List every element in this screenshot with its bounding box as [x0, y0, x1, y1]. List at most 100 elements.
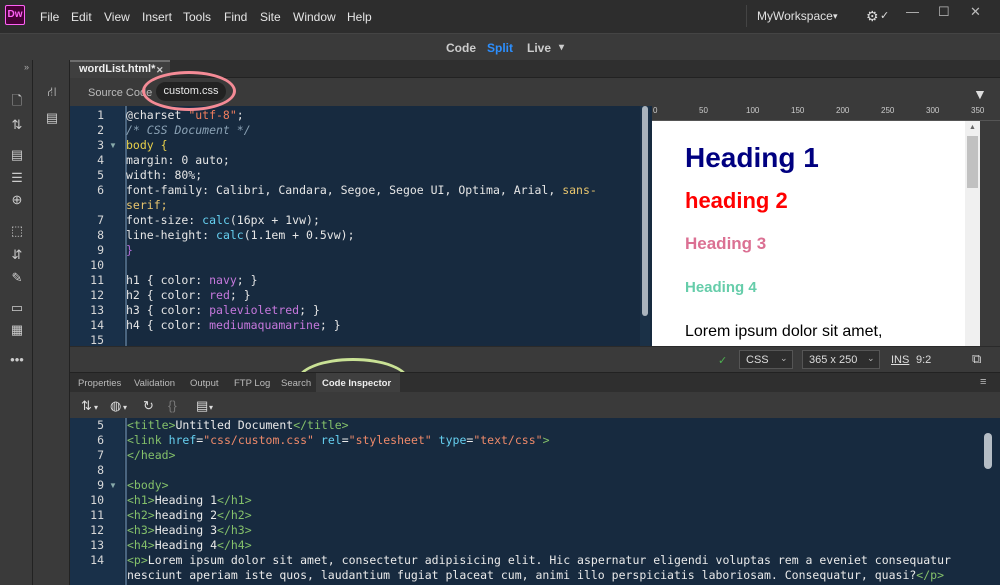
- line-number: 12: [90, 523, 104, 537]
- line-number: 3: [97, 138, 104, 152]
- more-icon[interactable]: •••: [8, 352, 26, 368]
- chevron-down-icon: ▾: [833, 11, 838, 21]
- document-tab-label: wordList.html*: [79, 63, 156, 75]
- ruler-tick: 300: [926, 106, 940, 115]
- menu-help[interactable]: Help: [347, 10, 372, 24]
- insert-mode[interactable]: INS: [891, 354, 909, 366]
- tab-validation[interactable]: Validation: [134, 378, 175, 389]
- indent-icon[interactable]: ☰: [8, 170, 26, 186]
- annotation-circle-custom-css: [142, 71, 236, 111]
- inspector-scrollbar-thumb[interactable]: [984, 433, 992, 469]
- workspace-label: MyWorkspace: [757, 9, 833, 23]
- tab-ftp-log[interactable]: FTP Log: [234, 378, 270, 389]
- line-number: 7: [97, 448, 104, 462]
- line-number: 13: [90, 538, 104, 552]
- code-inspector-editor[interactable]: 5 6 7 8 9 ▼ 10 11 12 13 14 <title>Untitl…: [70, 418, 1000, 585]
- inspector-line: <h1>Heading 1</h1>: [127, 493, 252, 507]
- workspace-switcher[interactable]: MyWorkspace ▾: [746, 5, 842, 27]
- inspector-line: <link href="css/custom.css" rel="stylesh…: [127, 433, 550, 447]
- menu-insert[interactable]: Insert: [142, 10, 172, 24]
- open-documents-icon[interactable]: 🗋: [8, 93, 26, 109]
- tab-output[interactable]: Output: [190, 378, 219, 389]
- scroll-up-icon[interactable]: ▲: [969, 124, 976, 131]
- chevron-down-icon[interactable]: ▾: [94, 403, 98, 412]
- inspector-line: nesciunt aperiam iste quos, laudantium f…: [127, 568, 945, 582]
- live-paragraph[interactable]: Lorem ipsum dolor sit amet,: [685, 323, 882, 341]
- menu-view[interactable]: View: [104, 10, 130, 24]
- close-button[interactable]: ✕: [970, 4, 981, 20]
- comment-icon[interactable]: ▭: [8, 300, 26, 316]
- ruler-tick: 200: [836, 106, 850, 115]
- select-icon[interactable]: ⬚: [8, 223, 26, 239]
- snippet-icon[interactable]: ▦: [8, 322, 26, 338]
- dreamweaver-window: Dw File Edit View Insert Tools Find Site…: [0, 0, 1000, 585]
- format-source-icon[interactable]: ▤: [8, 147, 26, 163]
- brush-icon[interactable]: ✎: [8, 270, 26, 286]
- code-hints-icon[interactable]: ▤: [43, 110, 61, 126]
- chevron-down-icon: ⌄: [867, 353, 875, 363]
- maximize-button[interactable]: ☐: [938, 4, 950, 20]
- dom-tree-icon[interactable]: ⛙: [43, 84, 61, 100]
- panel-icons-bar: ⛙ ▤: [33, 60, 70, 585]
- live-heading-4[interactable]: Heading 4: [685, 279, 757, 296]
- fold-icon[interactable]: ▼: [109, 138, 117, 153]
- expand-icon[interactable]: »: [24, 62, 29, 72]
- file-management-icon[interactable]: ⇅: [81, 398, 92, 414]
- minimize-button[interactable]: —: [906, 4, 919, 19]
- line-number: 14: [90, 318, 104, 332]
- menu-site[interactable]: Site: [260, 10, 281, 24]
- chevron-down-icon[interactable]: ▾: [123, 403, 127, 412]
- live-view-button[interactable]: Live: [527, 41, 551, 55]
- line-number: 10: [90, 258, 104, 272]
- file-management-icon[interactable]: ⇅: [8, 117, 26, 133]
- chevron-down-icon[interactable]: ▾: [209, 403, 213, 412]
- code-braces-icon: {}: [168, 398, 177, 413]
- document-tab[interactable]: wordList.html* ✕: [70, 60, 170, 78]
- language-select[interactable]: CSS ⌄: [739, 350, 793, 369]
- panel-menu-icon[interactable]: ≡: [980, 376, 986, 388]
- code-line: h3 { color: palevioletred; }: [126, 303, 320, 317]
- live-preview-icon[interactable]: ⧉: [972, 351, 981, 367]
- refresh-icon[interactable]: ↻: [143, 398, 154, 414]
- ruler-tick: 100: [746, 106, 760, 115]
- target-icon[interactable]: ⊕: [8, 192, 26, 208]
- status-bar: ✓ CSS ⌄ 365 x 250 ⌄ INS 9:2 ⧉: [70, 346, 1000, 372]
- inspector-line: <p>Lorem ipsum dolor sit amet, consectet…: [127, 553, 951, 567]
- language-label: CSS: [746, 354, 769, 366]
- line-number: 8: [97, 228, 104, 242]
- window-size-select[interactable]: 365 x 250 ⌄: [802, 350, 880, 369]
- menu-bar: Dw File Edit View Insert Tools Find Site…: [0, 0, 1000, 33]
- chevron-down-icon[interactable]: ▾: [559, 42, 564, 53]
- preview-browser-icon[interactable]: ◍: [110, 398, 121, 414]
- options-icon[interactable]: ▤: [196, 398, 208, 414]
- ruler-tick: 50: [699, 106, 708, 115]
- split-view-button[interactable]: Split: [487, 41, 513, 55]
- tab-properties[interactable]: Properties: [78, 378, 121, 389]
- live-heading-3[interactable]: Heading 3: [685, 234, 766, 254]
- live-view-scrollbar-thumb[interactable]: [967, 136, 978, 188]
- code-editor[interactable]: 1 2 3 ▼ 4 5 6 7 8 9 10 11 12 13 14 15 @c…: [70, 106, 652, 347]
- menu-window[interactable]: Window: [293, 10, 336, 24]
- inspector-line: <h4>Heading 4</h4>: [127, 538, 252, 552]
- live-heading-2[interactable]: heading 2: [685, 188, 788, 214]
- line-number: 11: [90, 273, 104, 287]
- sync-settings-icon[interactable]: ⚙: [866, 8, 879, 25]
- editor-scrollbar-thumb[interactable]: [642, 106, 648, 316]
- code-line: font-size: calc(16px + 1vw);: [126, 213, 320, 227]
- code-view-button[interactable]: Code: [446, 41, 476, 55]
- menu-file[interactable]: File: [40, 10, 59, 24]
- filter-icon[interactable]: ▼: [973, 86, 987, 102]
- fold-icon[interactable]: ▼: [109, 478, 117, 493]
- tab-search[interactable]: Search: [281, 378, 311, 389]
- chevron-down-icon: ⌄: [780, 353, 788, 363]
- code-line: h4 { color: mediumaquamarine; }: [126, 318, 341, 332]
- menu-edit[interactable]: Edit: [71, 10, 92, 24]
- menu-tools[interactable]: Tools: [183, 10, 211, 24]
- expand-all-icon[interactable]: ⇵: [8, 247, 26, 263]
- code-line: }: [126, 243, 133, 257]
- code-line: margin: 0 auto;: [126, 153, 230, 167]
- code-line: h1 { color: navy; }: [126, 273, 258, 287]
- menu-find[interactable]: Find: [224, 10, 247, 24]
- tab-code-inspector[interactable]: Code Inspector: [316, 373, 400, 393]
- live-heading-1[interactable]: Heading 1: [685, 142, 819, 174]
